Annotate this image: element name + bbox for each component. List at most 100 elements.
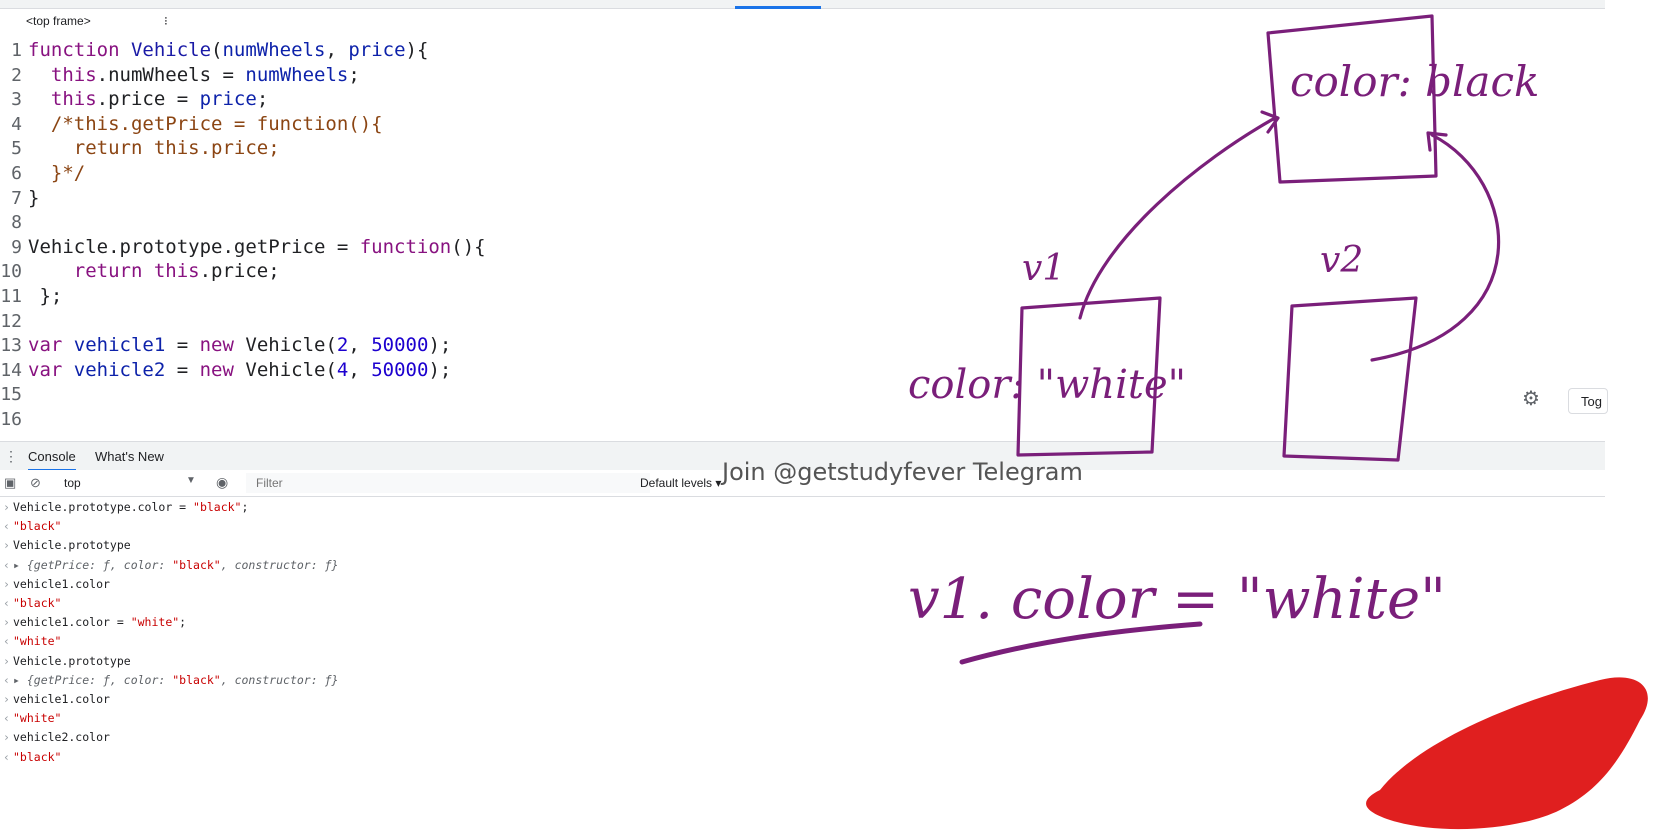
console-result-line: ‹ ▸ {getPrice: ƒ, color: "black", constru… <box>0 671 338 690</box>
console-token: ; <box>179 615 187 630</box>
gear-icon[interactable]: ⚙ <box>1520 388 1542 410</box>
code-editor[interactable]: 1 function Vehicle(numWheels, price){2 th… <box>0 38 1605 436</box>
code-line[interactable]: 3 this.price = price; <box>0 87 268 111</box>
console-input-line: › Vehicle.prototype <box>0 536 131 555</box>
prompt-icon: › <box>3 730 10 745</box>
code-line[interactable]: 2 this.numWheels = numWheels; <box>0 63 360 87</box>
line-number: 3 <box>11 89 22 111</box>
filter-input[interactable] <box>246 473 650 493</box>
prompt-icon: ‹ <box>3 557 10 572</box>
prompt-icon: ‹ <box>3 749 10 764</box>
code-line[interactable]: 10 return this.price; <box>0 259 280 283</box>
frame-selector-arrow-icon[interactable]: ⁝ <box>164 14 168 28</box>
code-token: 2 <box>336 334 349 357</box>
line-number: 7 <box>11 187 22 209</box>
chevron-down-icon[interactable]: ▼ <box>186 475 196 486</box>
console-input-line: › vehicle1.color <box>0 690 110 709</box>
code-line[interactable]: 15 <box>0 382 28 406</box>
code-line[interactable]: 4 /*this.getPrice = function(){ <box>0 112 382 136</box>
line-number: 8 <box>11 212 22 234</box>
prompt-icon: › <box>3 615 10 630</box>
code-token: ){ <box>405 39 429 61</box>
code-token: vehicle1 <box>73 334 166 357</box>
console-token: Vehicle.prototype <box>13 538 131 553</box>
console-token: "black" <box>172 557 221 572</box>
active-tab-indicator <box>735 6 821 9</box>
code-token: numWheels <box>245 63 349 86</box>
log-levels-dropdown[interactable]: Default levels ▾ <box>640 476 721 490</box>
frame-selector[interactable]: <top frame> <box>26 14 91 28</box>
context-selector[interactable]: top <box>64 476 81 490</box>
code-token: this <box>50 63 97 86</box>
console-result-line: ‹ "black" <box>0 517 61 536</box>
toggle-button[interactable]: Tog <box>1568 388 1608 414</box>
code-token: , <box>325 39 349 61</box>
console-token: "black" <box>13 749 62 764</box>
sidebar-toggle-icon[interactable]: ▣ <box>4 475 16 491</box>
eye-icon[interactable]: ◉ <box>216 474 228 491</box>
code-line[interactable]: 5 return this.price; <box>0 136 280 160</box>
line-number: 4 <box>11 113 22 135</box>
console-result-line: ‹ "white" <box>0 709 61 728</box>
console-input-line: › Vehicle.prototype.color = "black"; <box>0 498 248 517</box>
console-result-line: ‹ "black" <box>0 748 61 767</box>
code-token: .price = <box>96 88 200 111</box>
code-token: } <box>28 186 40 209</box>
console-token[interactable]: ▸ {getPrice: ƒ, color: <box>13 673 172 687</box>
code-token: , <box>348 358 372 381</box>
more-options-icon[interactable]: ⋮ <box>4 448 18 465</box>
code-line[interactable]: 7} <box>0 186 39 210</box>
code-line[interactable]: 8 <box>0 210 28 234</box>
watermark-text: Join @getstudyfever Telegram <box>722 458 1083 486</box>
prompt-icon: ‹ <box>3 672 10 687</box>
clear-console-icon[interactable]: ⊘ <box>30 475 41 491</box>
code-token: vehicle2 <box>73 358 166 381</box>
code-token: new <box>199 358 246 381</box>
console-result-line: ‹ ▸ {getPrice: ƒ, color: "black", constru… <box>0 556 338 575</box>
line-number: 5 <box>11 138 22 160</box>
code-token: ; <box>348 63 360 86</box>
tab-strip <box>0 0 1605 9</box>
line-number: 12 <box>0 310 22 332</box>
prompt-icon: › <box>3 692 10 706</box>
code-token: var <box>28 334 74 357</box>
code-line[interactable]: 9 Vehicle.prototype.getPrice = function()… <box>0 235 485 259</box>
code-token: 50000 <box>371 358 429 381</box>
console-token[interactable]: , constructor: ƒ} <box>221 673 339 687</box>
code-line[interactable]: 12 <box>0 309 28 333</box>
code-token: Vehicle <box>130 39 212 61</box>
console-token[interactable]: ▸ {getPrice: ƒ, color: <box>13 558 172 572</box>
code-token: = <box>165 334 200 357</box>
line-number: 16 <box>0 409 22 430</box>
prompt-icon: ‹ <box>3 519 10 534</box>
code-token: ); <box>428 334 452 357</box>
tab-whats-new[interactable]: What's New <box>95 449 164 464</box>
prompt-icon: › <box>3 653 10 668</box>
console-token: Vehicle.prototype <box>13 653 131 668</box>
code-token: .numWheels = <box>96 63 246 86</box>
code-token: var <box>28 358 74 381</box>
code-token: numWheels <box>222 39 326 61</box>
line-number: 2 <box>11 64 22 86</box>
code-line[interactable]: 14 var vehicle2 = new Vehicle(4, 50000); <box>0 358 451 382</box>
console-token: "black" <box>172 672 221 687</box>
console-token: Vehicle.prototype.color = <box>13 500 194 514</box>
code-line[interactable]: 6 }*/ <box>0 161 85 185</box>
code-token: this <box>50 88 97 111</box>
code-line[interactable]: 13 var vehicle1 = new Vehicle(2, 50000); <box>0 333 451 357</box>
code-token: price <box>348 39 406 61</box>
line-number: 15 <box>0 384 22 406</box>
code-line[interactable]: 16 <box>0 407 28 431</box>
code-line[interactable]: 11 }; <box>0 284 62 308</box>
code-token: return this.price; <box>28 137 280 160</box>
code-line[interactable]: 1 function Vehicle(numWheels, price){ <box>0 38 428 62</box>
console-token: vehicle1.color = <box>13 615 131 630</box>
console-token: "white" <box>13 634 62 649</box>
console-output: › Vehicle.prototype.color = "black"; ‹ "bla… <box>0 498 840 783</box>
line-number: 1 <box>11 40 22 61</box>
code-token: function <box>359 235 452 258</box>
code-token: .price; <box>199 260 280 283</box>
console-token[interactable]: , constructor: ƒ} <box>221 558 339 572</box>
tab-console[interactable]: Console <box>28 449 76 471</box>
